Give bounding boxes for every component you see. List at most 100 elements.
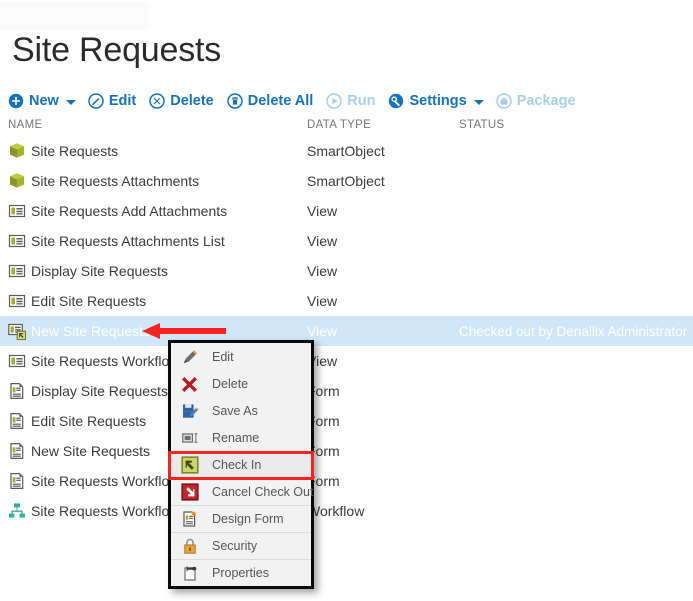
row-name: Site Requests Attachments (31, 173, 199, 189)
design-form-icon (181, 510, 199, 528)
run-circle-icon (326, 93, 342, 109)
toolbar-item-label: Settings (409, 93, 466, 109)
form-icon (8, 442, 26, 460)
view-icon (8, 352, 26, 370)
toolbar-item-label: Edit (109, 93, 136, 109)
view-icon (8, 202, 26, 220)
row-name: Site Requests Add Attachments (31, 203, 227, 219)
smartobject-icon (8, 172, 26, 190)
table-row[interactable]: Site Requests SmartObject (0, 136, 693, 166)
row-data-type: SmartObject (307, 143, 385, 159)
form-icon (8, 382, 26, 400)
red-x-icon (181, 375, 199, 393)
table-row[interactable]: Site Requests Workflow Workflow (0, 496, 693, 526)
column-header-type[interactable]: DATA TYPE (307, 119, 371, 131)
menu-item-check-in[interactable]: Check In (171, 451, 311, 478)
row-name: Display Site Requests (31, 383, 168, 399)
table-row[interactable]: New Site RequestsViewChecked out by Dena… (0, 316, 693, 346)
row-name: Edit Site Requests (31, 413, 146, 429)
table-row[interactable]: Site Requests AttachmentsSmartObject (0, 166, 693, 196)
menu-item-label: Cancel Check Out (212, 485, 313, 499)
row-data-type: Workflow (307, 503, 364, 519)
toolbar-settings-button[interactable]: Settings (388, 93, 466, 109)
view-icon (8, 232, 26, 250)
column-header-name[interactable]: NAME (8, 119, 42, 131)
menu-item-rename[interactable]: Rename (171, 424, 311, 451)
menu-item-label: Delete (212, 377, 248, 391)
menu-item-label: Rename (212, 431, 259, 445)
menu-item-properties[interactable]: Properties (171, 559, 311, 586)
form-icon (8, 412, 26, 430)
menu-item-delete[interactable]: Delete (171, 370, 311, 397)
row-name: Site Requests Workflow (31, 503, 179, 519)
table-row[interactable]: Display Site RequestsForm (0, 376, 693, 406)
menu-item-security[interactable]: Security (171, 532, 311, 559)
menu-item-edit[interactable]: Edit (171, 343, 311, 370)
context-menu[interactable]: Edit Delete Save As Rename Check In Cancel Ch… (168, 340, 314, 589)
table-row[interactable]: Site Requests Attachments List View (0, 226, 693, 256)
lock-icon (181, 537, 199, 555)
delete-all-icon (227, 93, 243, 109)
toolbar-run-button: Run (326, 93, 375, 109)
chevron-down-icon[interactable] (474, 100, 484, 105)
top-faint-strip (0, 2, 148, 30)
toolbar-new-button[interactable]: New (8, 93, 59, 109)
menu-item-label: Save As (212, 404, 258, 418)
table-row[interactable]: Site Requests Add Attachments View (0, 196, 693, 226)
rename-icon (181, 429, 199, 447)
toolbar-item-label: Delete All (248, 93, 314, 109)
cancel-check-out-icon (181, 483, 199, 501)
toolbar-delete-button[interactable]: Delete (149, 93, 214, 109)
table-row[interactable]: Display Site Requests View (0, 256, 693, 286)
table-row[interactable]: Edit Site RequestsForm (0, 406, 693, 436)
toolbar-item-label: Package (517, 93, 576, 109)
table-row[interactable]: New Site RequestsForm (0, 436, 693, 466)
view-checkedout-icon (8, 322, 26, 340)
workflow-icon (8, 502, 26, 520)
row-name: Display Site Requests (31, 263, 168, 279)
row-data-type: View (307, 233, 337, 249)
row-name: Site Requests Attachments List (31, 233, 225, 249)
form-icon (8, 472, 26, 490)
menu-item-cancel-check-out[interactable]: Cancel Check Out (171, 478, 311, 505)
red-left-arrow-icon (138, 322, 228, 340)
row-data-type: View (307, 323, 337, 339)
menu-item-label: Edit (212, 350, 234, 364)
menu-item-save-as[interactable]: Save As (171, 397, 311, 424)
package-icon (496, 93, 512, 109)
table-row[interactable]: Edit Site Requests View (0, 286, 693, 316)
menu-item-design-form[interactable]: Design Form (171, 505, 311, 532)
menu-item-label: Properties (212, 566, 269, 580)
edit-circle-icon (88, 93, 104, 109)
table-row[interactable]: Site Requests Workflow FormForm (0, 466, 693, 496)
row-name: New Site Requests (31, 443, 150, 459)
menu-item-label: Design Form (212, 512, 284, 526)
column-header-status[interactable]: STATUS (459, 119, 504, 131)
row-name: New Site Requests (31, 323, 150, 339)
row-name: Edit Site Requests (31, 293, 146, 309)
toolbar: New Edit Delete Delete All Run Settings Packag… (8, 89, 589, 113)
pencil-icon (181, 348, 199, 366)
delete-circle-icon (149, 93, 165, 109)
row-name: Site Requests (31, 143, 118, 159)
view-icon (8, 262, 26, 280)
table-row[interactable]: Site Requests Workflow FormView (0, 346, 693, 376)
smartobject-icon (8, 142, 26, 160)
page-title: Site Requests (12, 30, 221, 70)
toolbar-package-button: Package (496, 93, 576, 109)
toolbar-item-label: Delete (170, 93, 214, 109)
settings-icon (388, 93, 404, 109)
toolbar-delete-all-button[interactable]: Delete All (227, 93, 314, 109)
row-data-type: View (307, 263, 337, 279)
properties-icon (181, 564, 199, 582)
items-grid: Site Requests SmartObject Site Requests At… (0, 136, 693, 526)
toolbar-edit-button[interactable]: Edit (88, 93, 136, 109)
row-data-type: View (307, 203, 337, 219)
toolbar-item-label: Run (347, 93, 375, 109)
toolbar-item-label: New (29, 93, 59, 109)
chevron-down-icon[interactable] (66, 100, 76, 105)
menu-item-label: Security (212, 539, 257, 553)
row-data-type: View (307, 293, 337, 309)
save-as-icon (181, 402, 199, 420)
column-headers: NAME DATA TYPE STATUS (0, 119, 693, 135)
